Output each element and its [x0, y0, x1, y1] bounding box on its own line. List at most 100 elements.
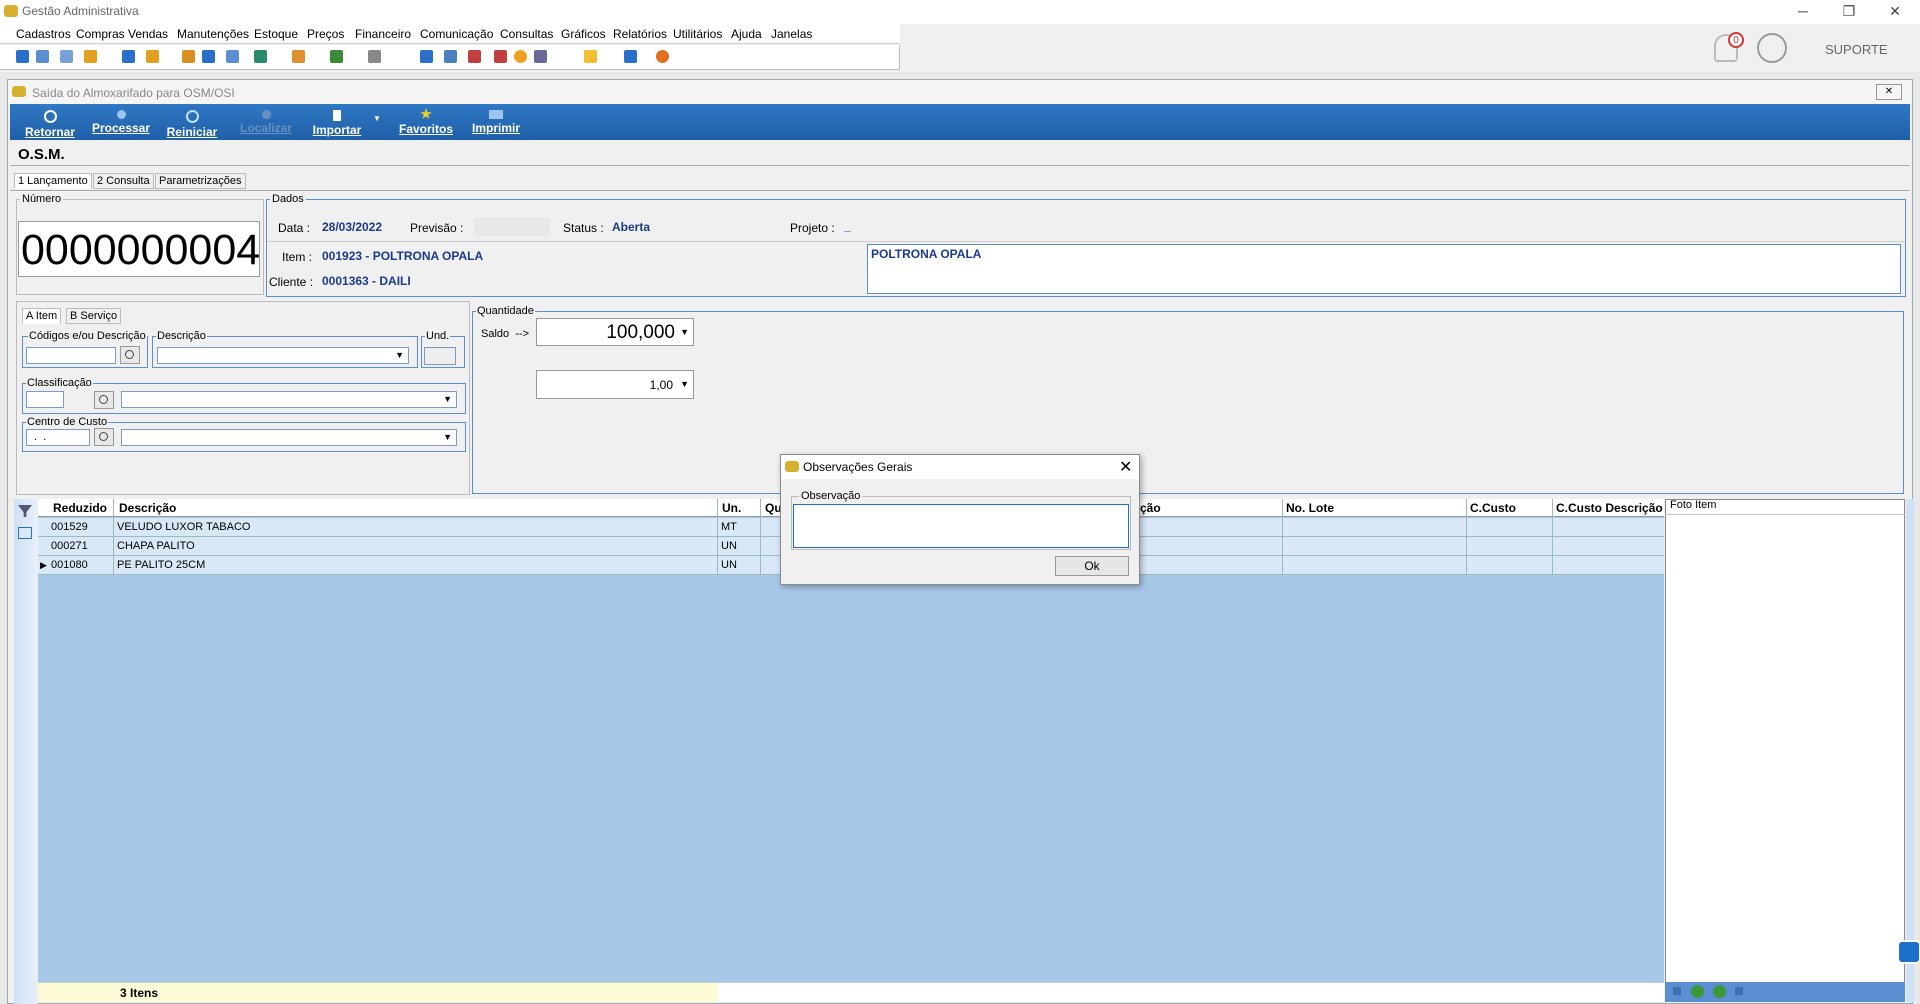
- data-value: 28/03/2022: [322, 220, 383, 234]
- menu-janelas[interactable]: Janelas: [771, 27, 812, 41]
- menu-cadastros[interactable]: Cadastros: [16, 27, 71, 41]
- classificacao-select[interactable]: ▼: [121, 391, 457, 408]
- toolbar-icon[interactable]: [330, 50, 343, 63]
- col-c-custo[interactable]: C.Custo: [1470, 501, 1516, 515]
- next-arrow-icon[interactable]: [1713, 985, 1726, 998]
- item-description-box[interactable]: POLTRONA OPALA: [867, 244, 1901, 294]
- menu-relatorios[interactable]: Relatórios: [613, 27, 667, 41]
- menu-comunicacao[interactable]: Comunicação: [420, 27, 493, 41]
- col-no-lote[interactable]: No. Lote: [1286, 501, 1334, 515]
- user-avatar-icon[interactable]: [1757, 33, 1787, 63]
- col-un[interactable]: Un.: [722, 501, 741, 515]
- menu-consultas[interactable]: Consultas: [500, 27, 553, 41]
- toolbar-icon[interactable]: [494, 50, 507, 63]
- col-descricao[interactable]: Descrição: [119, 501, 176, 515]
- last-icon[interactable]: [1735, 987, 1743, 995]
- chevron-down-icon: ▼: [443, 394, 452, 404]
- menu-graficos[interactable]: Gráficos: [561, 27, 606, 41]
- menu-utilitarios[interactable]: Utilitários: [673, 27, 722, 41]
- dialog-titlebar: Observações Gerais ✕: [781, 455, 1139, 479]
- tab-lancamento[interactable]: 1 Lançamento: [14, 173, 92, 189]
- window-close-button[interactable]: ✕: [1876, 84, 1902, 100]
- star-icon[interactable]: [584, 50, 597, 63]
- toolbar-icon[interactable]: [122, 50, 135, 63]
- calendar-icon[interactable]: [420, 50, 433, 63]
- menu-vendas[interactable]: Vendas: [128, 27, 168, 41]
- dialog-close-icon[interactable]: ✕: [1119, 457, 1132, 477]
- reiniciar-button[interactable]: Reiniciar: [162, 104, 222, 140]
- col-cao[interactable]: ção: [1140, 501, 1161, 515]
- favoritos-button[interactable]: Favoritos: [394, 104, 458, 140]
- classificacao-input[interactable]: [26, 391, 64, 408]
- descricao-label: Descrição: [156, 330, 207, 342]
- toolbar-icon[interactable]: [146, 50, 159, 63]
- centro-custo-search-button[interactable]: [94, 428, 114, 446]
- calculator-icon[interactable]: [444, 50, 457, 63]
- classificacao-search-button[interactable]: [94, 391, 114, 409]
- toolbar-icon[interactable]: [182, 50, 195, 63]
- dados-divider: [267, 241, 1905, 242]
- close-button[interactable]: ✕: [1872, 0, 1918, 24]
- app-titlebar: Gestão Administrativa ─ ❐ ✕: [0, 0, 1920, 24]
- classificacao-label: Classificação: [26, 377, 93, 389]
- grid-settings-icon[interactable]: [18, 527, 32, 539]
- ok-button[interactable]: Ok: [1055, 556, 1129, 576]
- status-value: Aberta: [612, 220, 651, 234]
- observacao-textarea[interactable]: [793, 504, 1129, 548]
- toolbar-icon[interactable]: [624, 50, 637, 63]
- toolbar-icon[interactable]: [36, 50, 49, 63]
- foto-nav-bar: [1665, 982, 1905, 1002]
- toolbar-icon[interactable]: [202, 50, 215, 63]
- tab-parametrizacoes[interactable]: Parametrizações: [155, 173, 246, 189]
- quantidade-label: Quantidade: [476, 305, 535, 317]
- col-c-custo-descricao[interactable]: C.Custo Descrição: [1556, 501, 1663, 515]
- previsao-field[interactable]: [474, 218, 550, 236]
- tab-consulta[interactable]: 2 Consulta: [93, 173, 154, 189]
- toolbar-icon[interactable]: [16, 50, 29, 63]
- subtab-servico[interactable]: B Serviço: [66, 308, 122, 324]
- power-icon[interactable]: [656, 50, 669, 63]
- toolbar-icon[interactable]: [292, 50, 305, 63]
- row-un: UN: [721, 540, 737, 552]
- row-cod: 000271: [51, 540, 88, 552]
- retornar-button[interactable]: Retornar: [18, 104, 82, 140]
- col-reduzido[interactable]: Reduzido: [53, 501, 107, 515]
- importar-dropdown-icon[interactable]: ▼: [372, 114, 382, 123]
- toolbar-icon[interactable]: [534, 50, 547, 63]
- imprimir-button[interactable]: Imprimir: [466, 104, 526, 140]
- window-title: Saída do Almoxarifado para OSM/OSI: [32, 86, 235, 100]
- toolbar-icon[interactable]: [468, 50, 481, 63]
- menu-ajuda[interactable]: Ajuda: [731, 27, 762, 41]
- chevron-down-icon: ▼: [443, 432, 452, 442]
- toolbar-icon[interactable]: [60, 50, 73, 63]
- centro-custo-input[interactable]: . .: [26, 429, 90, 446]
- restore-button[interactable]: ❐: [1826, 0, 1872, 24]
- main-toolbar: [0, 45, 900, 70]
- menu-precos[interactable]: Preços: [307, 27, 344, 41]
- menu-estoque[interactable]: Estoque: [254, 27, 298, 41]
- gear-icon: [116, 110, 126, 119]
- window-logo-icon: [12, 86, 26, 97]
- first-icon[interactable]: [1673, 987, 1681, 995]
- prev-arrow-icon[interactable]: [1691, 985, 1704, 998]
- back-icon: [43, 110, 57, 123]
- codigos-input[interactable]: [26, 347, 116, 364]
- codigos-search-button[interactable]: [120, 346, 140, 364]
- menu-manutencoes[interactable]: Manutenções: [177, 27, 249, 41]
- subtab-item[interactable]: A Item: [22, 308, 62, 324]
- toolbar-icon[interactable]: [226, 50, 239, 63]
- menu-financeiro[interactable]: Financeiro: [355, 27, 411, 41]
- minimize-button[interactable]: ─: [1780, 0, 1826, 24]
- remote-support-icon[interactable]: [1897, 940, 1920, 964]
- quantidade-field[interactable]: 1,00 ▼: [536, 370, 694, 399]
- processar-button[interactable]: Processar: [88, 104, 154, 140]
- cart-icon[interactable]: [254, 50, 267, 63]
- quantidade-value: 1,00: [649, 378, 673, 392]
- toolbar-icon[interactable]: [84, 50, 97, 63]
- descricao-select[interactable]: ▼: [157, 347, 409, 364]
- printer-icon[interactable]: [368, 50, 381, 63]
- menu-compras[interactable]: Compras: [76, 27, 125, 41]
- toolbar-icon[interactable]: [514, 50, 527, 63]
- centro-custo-select[interactable]: ▼: [121, 429, 457, 446]
- importar-button[interactable]: Importar: [306, 104, 368, 140]
